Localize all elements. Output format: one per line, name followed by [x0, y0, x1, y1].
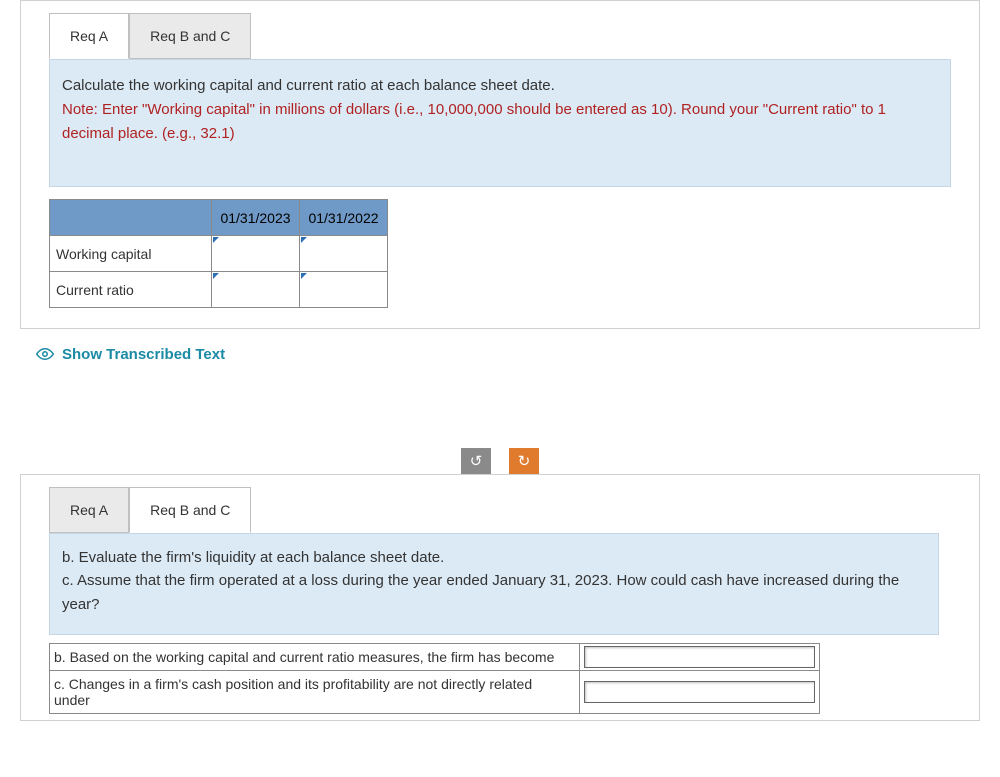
- prompt-b: b. Evaluate the firm's liquidity at each…: [62, 546, 920, 569]
- answer-b-input[interactable]: [584, 646, 815, 668]
- prompt-c: c. Assume that the firm operated at a lo…: [62, 569, 920, 616]
- show-transcribed-label: Show Transcribed Text: [62, 346, 225, 363]
- rotate-left-button[interactable]: ↺: [461, 448, 491, 474]
- table-row: Working capital: [50, 236, 388, 272]
- answer-table: b. Based on the working capital and curr…: [49, 643, 820, 714]
- req-a-panel: Req A Req B and C Calculate the working …: [20, 0, 980, 329]
- cell-marker-icon: [301, 237, 307, 243]
- answer-c-label: c. Changes in a firm's cash position and…: [50, 670, 580, 713]
- cell-marker-icon: [213, 237, 219, 243]
- input-cr-2022[interactable]: [300, 272, 387, 307]
- rotate-right-button[interactable]: ↻: [509, 448, 539, 474]
- row-current-ratio: Current ratio: [50, 272, 212, 308]
- col-2023: 01/31/2023: [212, 200, 300, 236]
- eye-icon: [36, 345, 54, 363]
- cell-marker-icon: [213, 273, 219, 279]
- table-row: Current ratio: [50, 272, 388, 308]
- input-wc-2022-cell: [300, 236, 388, 272]
- show-transcribed-link[interactable]: Show Transcribed Text: [36, 345, 1000, 363]
- table-row: b. Based on the working capital and curr…: [50, 643, 820, 670]
- tab-req-b-c-2[interactable]: Req B and C: [129, 487, 251, 533]
- input-wc-2023[interactable]: [212, 236, 299, 271]
- tabs-req-a: Req A Req B and C: [49, 13, 979, 59]
- answer-b-label: b. Based on the working capital and curr…: [50, 643, 580, 670]
- req-bc-panel: Req A Req B and C b. Evaluate the firm's…: [20, 474, 980, 721]
- prompt-main: Calculate the working capital and curren…: [62, 77, 555, 94]
- prompt-note: Note: Enter "Working capital" in million…: [62, 101, 886, 142]
- input-cr-2023[interactable]: [212, 272, 299, 307]
- table-corner: [50, 200, 212, 236]
- rotate-right-icon: ↻: [518, 452, 531, 470]
- input-cr-2022-cell: [300, 272, 388, 308]
- input-wc-2022[interactable]: [300, 236, 387, 271]
- table-row: c. Changes in a firm's cash position and…: [50, 670, 820, 713]
- input-cr-2023-cell: [212, 272, 300, 308]
- tab-req-b-c[interactable]: Req B and C: [129, 13, 251, 59]
- rotate-controls: ↺ ↻: [0, 448, 1000, 474]
- tab-req-a-2[interactable]: Req A: [49, 487, 129, 533]
- working-capital-table: 01/31/2023 01/31/2022 Working capital Cu…: [49, 199, 388, 308]
- answer-b-cell: [580, 643, 820, 670]
- input-wc-2023-cell: [212, 236, 300, 272]
- prompt-box-a: Calculate the working capital and curren…: [49, 59, 951, 187]
- answer-c-cell: [580, 670, 820, 713]
- answer-c-input[interactable]: [584, 681, 815, 703]
- tab-req-a[interactable]: Req A: [49, 13, 129, 59]
- tabs-req-bc: Req A Req B and C: [49, 487, 979, 533]
- row-working-capital: Working capital: [50, 236, 212, 272]
- cell-marker-icon: [301, 273, 307, 279]
- rotate-left-icon: ↺: [470, 452, 483, 470]
- col-2022: 01/31/2022: [300, 200, 388, 236]
- prompt-box-bc: b. Evaluate the firm's liquidity at each…: [49, 533, 939, 635]
